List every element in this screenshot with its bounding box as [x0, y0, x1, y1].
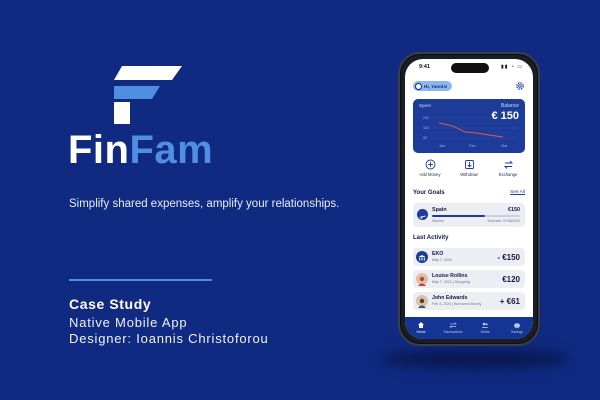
- avatar: [416, 295, 428, 308]
- tab-bar: Home Transactions Debts Savings: [405, 317, 533, 339]
- debts-icon: [481, 322, 489, 328]
- case-study-type: Native Mobile App: [69, 315, 188, 330]
- see-all-link[interactable]: See All: [510, 190, 525, 195]
- y-tick: 100: [423, 126, 429, 130]
- status-time: 9:41: [419, 64, 431, 70]
- brand-fin: Fin: [68, 128, 130, 172]
- tab-label: Transactions: [443, 330, 463, 334]
- goal-status: Started: [432, 219, 444, 223]
- brand-fam: Fam: [129, 128, 214, 172]
- withdraw-icon: [464, 160, 474, 169]
- activity-amount: + €61: [499, 297, 520, 306]
- goals-title: Your Goals: [413, 190, 445, 196]
- gear-icon[interactable]: [515, 81, 525, 91]
- x-tick: Feb: [469, 144, 476, 148]
- goal-progress-fill: [432, 215, 485, 217]
- spent-label: Spent: [419, 103, 431, 108]
- tab-transactions[interactable]: Transactions: [441, 321, 466, 334]
- savings-icon: [514, 323, 520, 329]
- transactions-icon: [449, 322, 457, 329]
- exchange-button[interactable]: Exchange: [491, 159, 525, 185]
- goal-amount: €150: [508, 207, 520, 213]
- spending-line: [438, 122, 504, 138]
- case-study-designer: Designer: Ioannis Christoforou: [69, 331, 269, 346]
- activity-name: EKO: [432, 251, 444, 257]
- divider: [69, 279, 212, 281]
- balance-value: € 150: [491, 110, 519, 122]
- activity-date: Feb 3, 2024 | Borrowed Money: [432, 302, 482, 306]
- activity-amount: - €150: [497, 253, 520, 262]
- activity-name: John Edwards: [432, 295, 468, 301]
- goal-progress-bar: [432, 215, 520, 217]
- plus-circle-icon: [425, 159, 435, 170]
- exchange-icon: [503, 160, 513, 169]
- withdraw-button[interactable]: Withdraw: [452, 159, 486, 185]
- home-icon: [418, 322, 424, 328]
- add-money-label: Add Money: [419, 172, 441, 177]
- tab-savings[interactable]: Savings: [505, 321, 530, 334]
- activity-item[interactable]: EKO May 7, 2024 - €150: [413, 248, 525, 266]
- activity-item[interactable]: Louise Rollins May 7, 2024 | Shopping €1…: [413, 270, 525, 288]
- y-tick: 200: [423, 116, 429, 120]
- app-header: Hi, Yannis!: [413, 81, 525, 93]
- dynamic-island: [451, 63, 489, 73]
- status-bar: 9:41 ▮▮ ◔ ▭: [405, 59, 533, 75]
- tab-label: Savings: [510, 330, 524, 334]
- user-icon: [415, 82, 422, 90]
- x-tick: Mar: [501, 144, 508, 148]
- goal-name: Spain: [432, 207, 447, 213]
- avatar: [416, 273, 428, 286]
- balance-label: Balance: [500, 103, 519, 109]
- activity-item[interactable]: John Edwards Feb 3, 2024 | Borrowed Mone…: [413, 292, 525, 310]
- activity-title: Last Activity: [413, 235, 449, 241]
- plane-icon: [417, 209, 428, 220]
- case-study-title: Case Study: [69, 296, 152, 312]
- goal-end-date: End date: 07/08/2024: [487, 219, 520, 223]
- brand-wordmark: FinFam: [68, 126, 213, 174]
- tab-home[interactable]: Home: [409, 321, 434, 334]
- tab-label: Debts: [480, 330, 490, 334]
- activity-name: Louise Rollins: [432, 273, 468, 279]
- add-money-button[interactable]: Add Money: [413, 159, 447, 185]
- profile-chip[interactable]: Hi, Yannis!: [413, 81, 453, 91]
- goal-card[interactable]: Spain €150 Started End date: 07/08/2024: [413, 203, 525, 227]
- quick-actions: Add Money Withdraw Exchange: [413, 159, 525, 185]
- activity-date: May 7, 2024 | Shopping: [432, 280, 470, 284]
- finfam-logo-icon: [114, 66, 182, 124]
- tab-label: Home: [416, 330, 426, 334]
- phone-shadow: [380, 350, 570, 368]
- tagline: Simplify shared expenses, amplify your r…: [69, 198, 340, 210]
- activity-amount: €120: [502, 275, 520, 284]
- balance-card[interactable]: 200 100 50 Jan Feb Mar Spent Balance € 1…: [413, 99, 525, 153]
- exchange-label: Exchange: [498, 172, 518, 177]
- greeting: Hi, Yannis!: [424, 83, 448, 89]
- activity-date: May 7, 2024: [432, 258, 452, 262]
- bank-icon: [416, 251, 428, 263]
- withdraw-label: Withdraw: [460, 172, 478, 177]
- phone-mockup: 9:41 ▮▮ ◔ ▭ Hi, Yannis! 200 100 50 Jan F…: [398, 52, 540, 346]
- x-tick: Jan: [439, 144, 445, 148]
- phone-screen: 9:41 ▮▮ ◔ ▭ Hi, Yannis! 200 100 50 Jan F…: [405, 59, 533, 339]
- y-tick: 50: [423, 136, 427, 140]
- tab-debts[interactable]: Debts: [473, 321, 498, 334]
- signal-battery-icon: ▮▮ ◔ ▭: [500, 64, 523, 70]
